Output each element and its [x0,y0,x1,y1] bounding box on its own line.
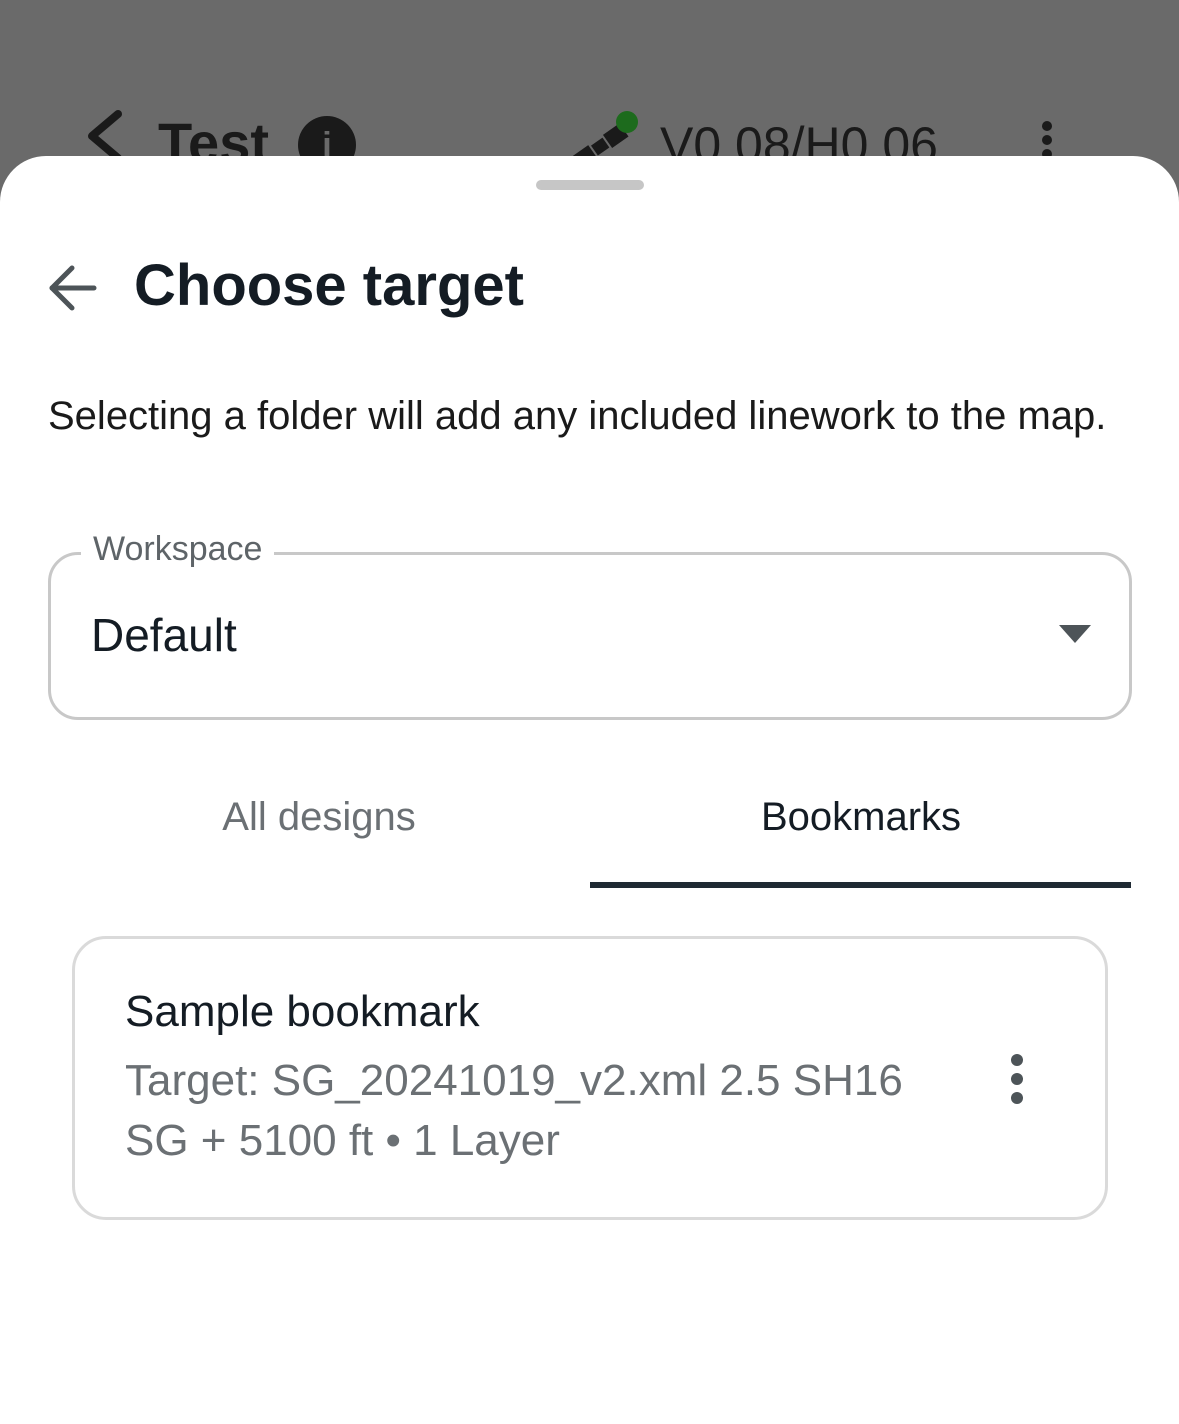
description-text: Selecting a folder will add any included… [48,394,1107,438]
tab-bookmarks[interactable]: Bookmarks [590,772,1132,888]
tab-all-designs[interactable]: All designs [48,772,590,888]
background-app-bar: Test i V0.08/H0.06 [0,0,1179,174]
tab-indicator [590,882,1131,888]
workspace-value: Default [91,609,237,661]
sheet-title: Choose target [134,253,524,318]
more-vert-icon[interactable] [1003,1053,1031,1105]
more-vert-icon [1042,121,1052,159]
bottom-sheet: Choose target Selecting a folder will ad… [0,156,1179,1424]
bookmark-subtitle: Target: SG_20241019_v2.xml 2.5 SH16 SG +… [125,1056,903,1165]
workspace-label: Workspace [81,527,275,571]
workspace-select[interactable]: Workspace Default [48,527,1132,720]
bookmark-card[interactable]: Sample bookmark Target: SG_20241019_v2.x… [72,936,1108,1220]
drag-handle[interactable] [536,180,644,190]
bookmark-title: Sample bookmark [125,987,480,1036]
tab-bar: All designs Bookmarks [48,772,1131,888]
back-arrow-icon[interactable] [44,260,100,316]
dropdown-caret-icon [1059,625,1091,643]
